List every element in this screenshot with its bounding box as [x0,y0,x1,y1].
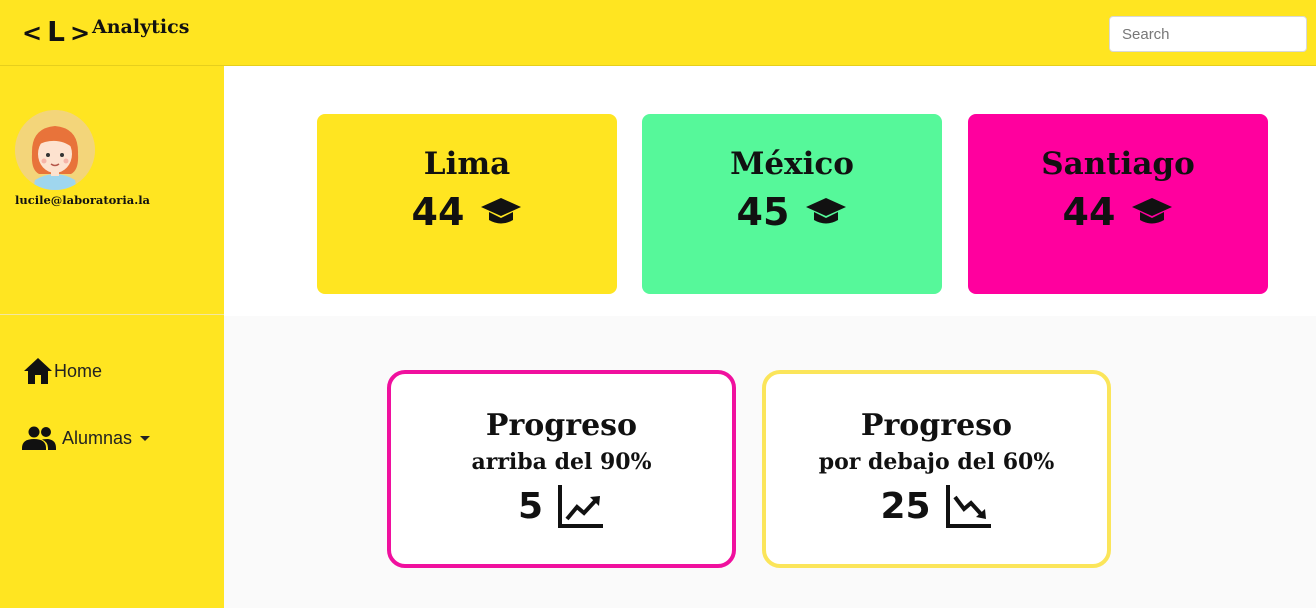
trending-down-icon [945,485,991,528]
progress-value-row: 5 [518,483,605,529]
sidebar: lucile@laboratoria.la Home Alumnas [0,66,224,608]
avatar-illustration-icon [15,110,95,190]
user-email: lucile@laboratoria.la [15,193,151,207]
city-card-lima: Lima 44 [317,114,617,294]
city-value: 44 [1062,190,1116,234]
city-name: Lima [423,146,511,182]
city-value-row: 44 [412,190,523,234]
top-bar: < L > Analytics [0,0,1316,66]
city-value-row: 44 [1063,190,1174,234]
nav-item-alumnas[interactable]: Alumnas [22,424,151,452]
progress-value: 5 [517,485,544,527]
progress-subtitle: arriba del 90% [471,449,652,475]
graduation-cap-icon [1132,198,1173,224]
app-title: Analytics [92,16,190,38]
progress-value: 25 [880,485,931,527]
city-card-santiago: Santiago 44 [968,114,1268,294]
people-icon [22,426,56,450]
progress-title: Progreso [485,408,638,443]
caret-down-icon [140,435,151,441]
avatar [15,110,95,190]
logo-left-bracket: < [22,18,44,47]
city-card-mexico: México 45 [642,114,942,294]
logo[interactable]: < L > [22,14,91,48]
progress-subtitle: por debajo del 60% [818,449,1055,475]
progress-card-above-90: Progreso arriba del 90% 5 [387,370,736,568]
search-input[interactable] [1109,16,1307,52]
city-value: 44 [411,190,465,234]
home-icon [24,358,52,384]
nav-item-home[interactable]: Home [22,356,102,386]
nav-home-label: Home [54,360,103,381]
logo-right-bracket: > [69,18,92,47]
logo-letter: L [47,14,66,48]
logo-mark: < L > [22,15,91,48]
city-name: Santiago [1041,146,1195,182]
city-name: México [730,146,854,182]
nav-alumnas-label: Alumnas [62,427,133,448]
trending-up-icon [558,485,604,528]
progress-title: Progreso [860,408,1013,443]
graduation-cap-icon [481,198,522,224]
graduation-cap-icon [806,198,847,224]
progress-value-row: 25 [880,483,992,529]
profile-section: lucile@laboratoria.la [0,66,224,315]
city-value-row: 45 [737,190,848,234]
progress-card-below-60: Progreso por debajo del 60% 25 [762,370,1111,568]
city-value: 45 [736,190,790,234]
